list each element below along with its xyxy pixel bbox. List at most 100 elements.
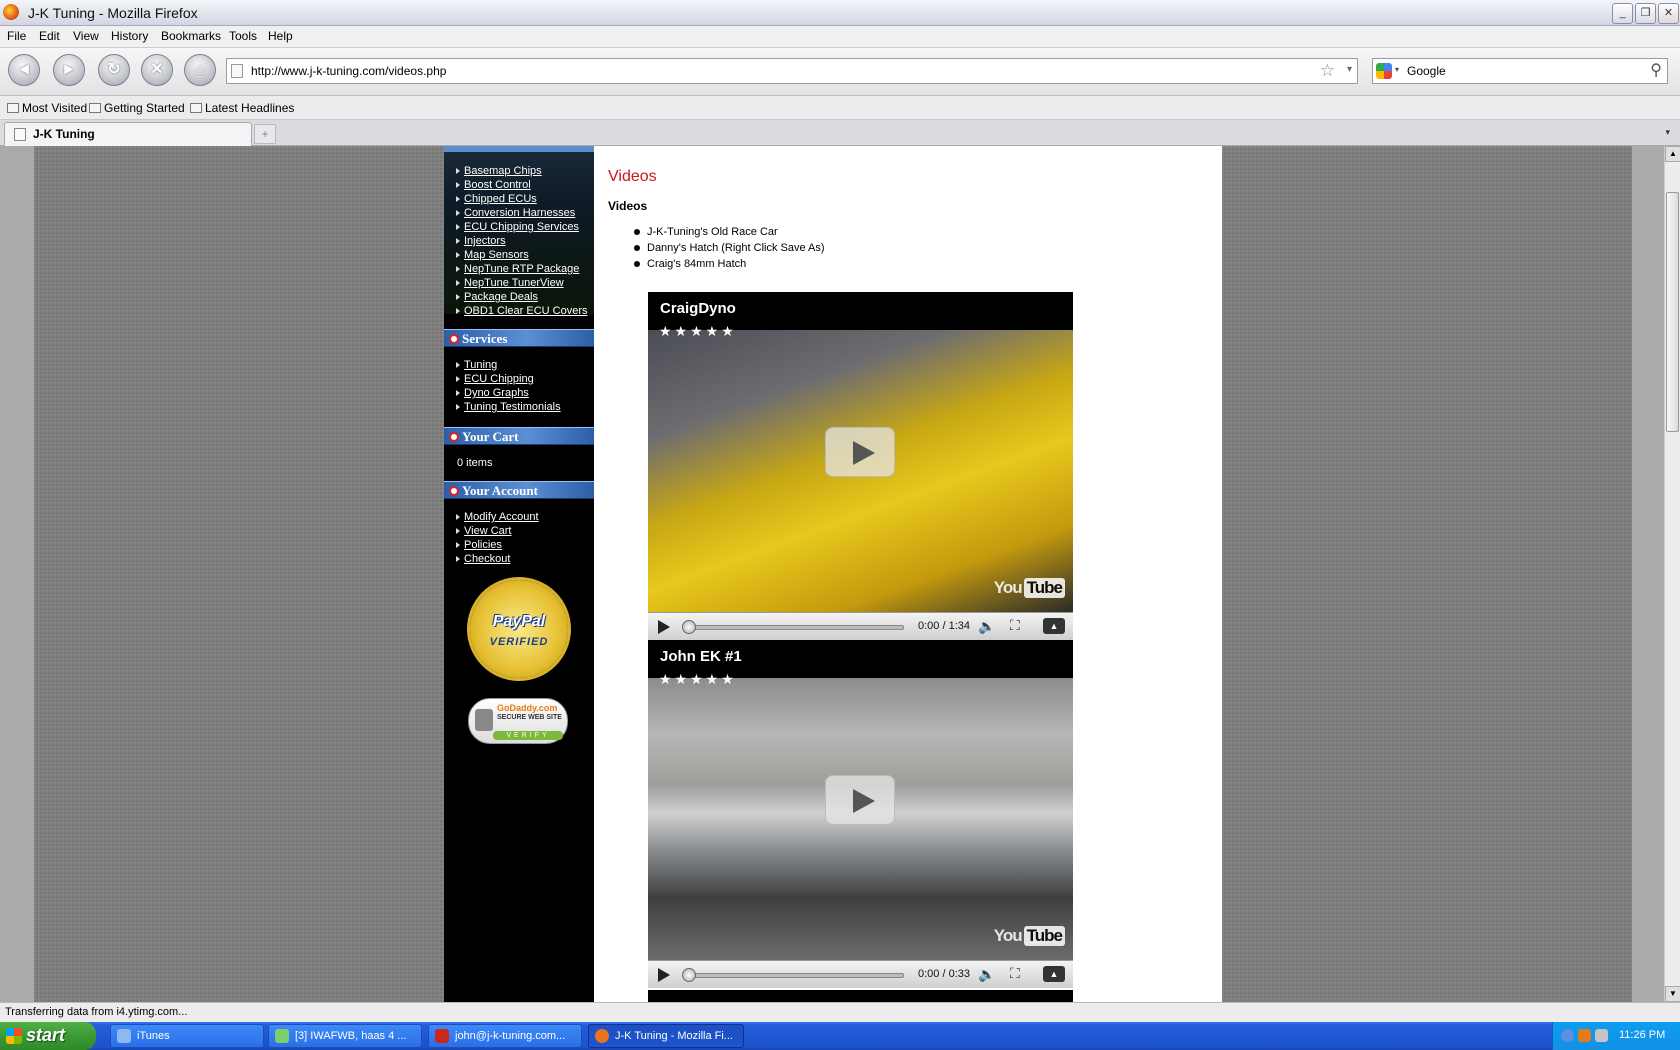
taskbar-filezilla[interactable]: john@j-k-tuning.com... [428,1024,582,1048]
bookmark-star-icon[interactable]: ☆ [1320,61,1335,81]
firefox-icon [595,1029,609,1043]
start-button[interactable]: start [0,1022,96,1050]
video-player-craigdyno[interactable]: CraigDyno ★★★★★ You Tube 0:00 / 1:34 🔈 ⛶ … [648,292,1073,640]
home-button[interactable]: ⌂ [184,54,216,86]
sidebar-link-tuning[interactable]: Tuning [456,358,592,372]
task-label: [3] IWAFWB, haas 4 ... [295,1030,407,1042]
video-link-old-race-car[interactable]: J-K-Tuning's Old Race Car [634,224,825,240]
services-heading: Services [444,329,594,347]
forward-button[interactable]: ► [53,54,85,86]
video-title[interactable]: John EK #1 [660,648,742,665]
new-tab-button[interactable]: + [254,124,276,144]
bookmark-getting-started[interactable]: Getting Started [89,101,185,115]
video-player-john-ek[interactable]: John EK #1 ★★★★★ You Tube 0:00 / 0:33 🔈 ⛶… [648,640,1073,988]
sidebar-link-view-cart[interactable]: View Cart [456,524,592,538]
bookmark-most-visited[interactable]: Most Visited [7,101,87,115]
menu-file[interactable]: File [7,29,26,43]
paypal-verified-seal[interactable]: PayPal VERIFIED [470,580,568,678]
video-link-craigs-hatch[interactable]: Craig's 84mm Hatch [634,256,825,272]
sidebar-link-dyno-graphs[interactable]: Dyno Graphs [456,386,592,400]
close-window-button[interactable]: ✕ [1658,3,1679,24]
url-bar[interactable]: ☆ ▾ [226,58,1358,84]
page-title: Videos [608,168,657,185]
bookmark-latest-headlines[interactable]: Latest Headlines [190,101,294,115]
sidebar-link-neptune-rtp[interactable]: NepTune RTP Package [456,262,592,276]
scroll-thumb[interactable] [1666,192,1679,432]
tray-app-icon[interactable] [1578,1029,1591,1042]
menu-tools[interactable]: Tools [229,29,257,43]
sidebar-link-obd1-covers[interactable]: OBD1 Clear ECU Covers [456,304,592,318]
maximize-button[interactable]: ❐ [1635,3,1656,24]
big-play-button[interactable] [825,427,895,477]
menu-view[interactable]: View [73,29,99,43]
tab-list-dropdown-icon[interactable]: ▾ [1665,127,1670,138]
minimize-button[interactable]: _ [1612,3,1633,24]
play-icon[interactable] [658,620,670,634]
sidebar-link-chipped-ecus[interactable]: Chipped ECUs [456,192,592,206]
window-title: J-K Tuning - Mozilla Firefox [28,5,198,21]
google-icon[interactable] [1376,63,1392,79]
scroll-down-button[interactable]: ▼ [1665,986,1680,1002]
volume-icon[interactable]: 🔈 [978,618,995,635]
big-play-button[interactable] [825,775,895,825]
task-label: iTunes [137,1030,170,1042]
seek-bar[interactable] [686,625,904,630]
sidebar-link-tuning-testimonials[interactable]: Tuning Testimonials [456,400,592,414]
vertical-scrollbar[interactable]: ▲ ▼ [1664,146,1680,1002]
seek-bar[interactable] [686,973,904,978]
sidebar-link-injectors[interactable]: Injectors [456,234,592,248]
sidebar-link-neptune-tunerview[interactable]: NepTune TunerView [456,276,592,290]
fullscreen-icon[interactable]: ⛶ [1010,617,1020,634]
tray-expand-icon[interactable] [1561,1029,1574,1042]
taskbar-itunes[interactable]: iTunes [110,1024,264,1048]
account-list: Modify Account View Cart Policies Checko… [456,510,592,566]
sidebar-link-ecu-chipping[interactable]: ECU Chipping [456,372,592,386]
folder-icon [7,103,19,113]
windows-taskbar: start iTunes [3] IWAFWB, haas 4 ... john… [0,1022,1680,1050]
reload-button[interactable]: ↻ [98,54,130,86]
search-bar[interactable]: ▾ ⚲ [1372,58,1668,84]
video-link-dannys-hatch[interactable]: Danny's Hatch (Right Click Save As) [634,240,825,256]
play-icon[interactable] [658,968,670,982]
menu-help[interactable]: Help [268,29,293,43]
video-player-partial[interactable] [648,990,1073,1002]
seek-handle[interactable] [682,620,696,634]
fullscreen-icon[interactable]: ⛶ [1010,965,1020,982]
tab-jk-tuning[interactable]: J-K Tuning [4,122,252,146]
godaddy-secure-seal[interactable]: GoDaddy.com SECURE WEB SITE VERIFY [468,698,568,744]
scroll-up-button[interactable]: ▲ [1665,146,1680,162]
sidebar-link-checkout[interactable]: Checkout [456,552,592,566]
url-dropdown-icon[interactable]: ▾ [1347,64,1352,75]
volume-icon[interactable]: 🔈 [978,966,995,983]
search-input[interactable] [1407,62,1627,80]
video-title[interactable]: CraigDyno [660,300,736,317]
menu-toggle-icon[interactable]: ▲ [1043,966,1065,982]
bullet-icon [449,486,459,496]
sidebar-link-package-deals[interactable]: Package Deals [456,290,592,304]
search-icon[interactable]: ⚲ [1650,60,1662,80]
menu-bookmarks[interactable]: Bookmarks [161,29,221,43]
start-label: start [26,1025,66,1045]
sidebar-link-map-sensors[interactable]: Map Sensors [456,248,592,262]
taskbar-chat[interactable]: [3] IWAFWB, haas 4 ... [268,1024,422,1048]
clock[interactable]: 11:26 PM [1619,1029,1665,1041]
seek-handle[interactable] [682,968,696,982]
sidebar-link-modify-account[interactable]: Modify Account [456,510,592,524]
sidebar-link-basemap-chips[interactable]: Basemap Chips [456,164,592,178]
sidebar-link-ecu-chipping-services[interactable]: ECU Chipping Services [456,220,592,234]
sidebar-link-policies[interactable]: Policies [456,538,592,552]
back-button[interactable]: ◄ [8,54,40,86]
menu-history[interactable]: History [111,29,148,43]
tray-network-icon[interactable] [1595,1029,1608,1042]
taskbar-firefox[interactable]: J-K Tuning - Mozilla Fi... [588,1024,744,1048]
stop-button[interactable]: ✕ [141,54,173,86]
sidebar-link-boost-control[interactable]: Boost Control [456,178,592,192]
menu-toggle-icon[interactable]: ▲ [1043,618,1065,634]
youtube-logo[interactable]: You Tube [994,578,1065,598]
search-engine-dropdown-icon[interactable]: ▾ [1395,65,1399,74]
sidebar-link-conversion-harnesses[interactable]: Conversion Harnesses [456,206,592,220]
youtube-logo[interactable]: You Tube [994,926,1065,946]
menu-edit[interactable]: Edit [39,29,60,43]
folder-icon [190,103,202,113]
url-input[interactable] [251,62,1301,80]
